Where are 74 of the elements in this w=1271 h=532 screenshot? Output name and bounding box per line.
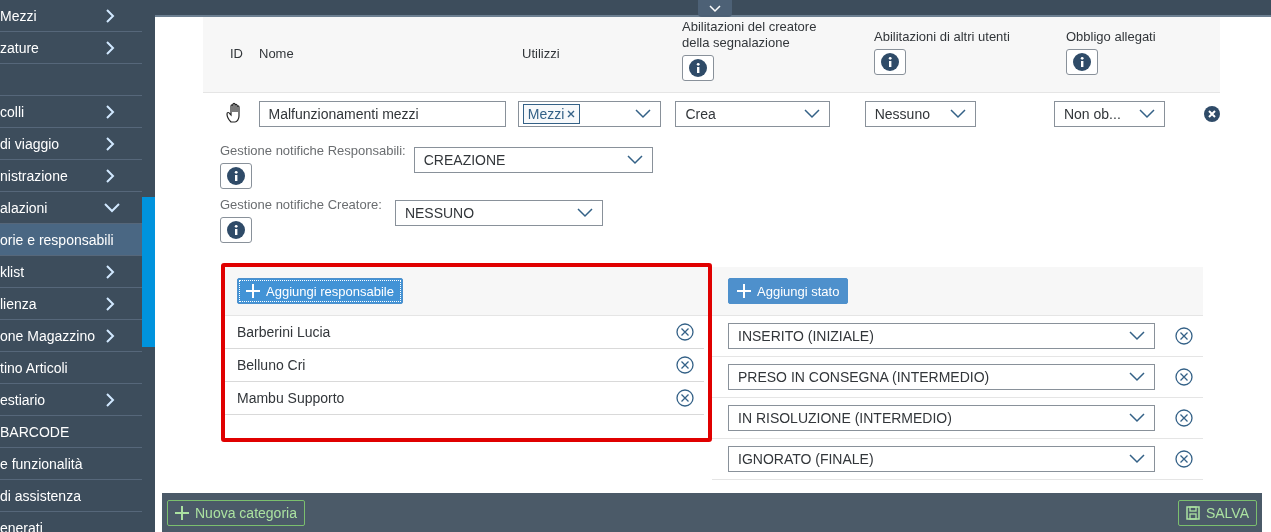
info-icon bbox=[227, 221, 245, 239]
delete-button[interactable] bbox=[1204, 106, 1220, 122]
close-icon bbox=[567, 110, 576, 118]
info-button[interactable] bbox=[1066, 49, 1098, 75]
sidebar-item[interactable]: di viaggio bbox=[0, 135, 60, 152]
column-header: Obbligo allegati bbox=[1066, 29, 1157, 45]
dropdown[interactable]: PRESO IN CONSEGNA (INTERMEDIO) bbox=[728, 364, 1155, 390]
column-header: Abilitazioni del creatore della segnalazione bbox=[682, 19, 818, 51]
multi-select[interactable]: Mezzi bbox=[517, 101, 661, 127]
remove-button[interactable] bbox=[1175, 327, 1193, 345]
close-icon bbox=[676, 356, 694, 374]
list-item: Mambu Supporto bbox=[237, 390, 345, 406]
dropdown[interactable]: Non ob... bbox=[1053, 101, 1165, 127]
info-button[interactable] bbox=[682, 55, 714, 81]
column-header: Abilitazioni di altri utenti bbox=[874, 29, 1011, 45]
sidebar-item[interactable]: one Magazzino bbox=[0, 327, 95, 344]
name-input[interactable]: Malfunzionamenti mezzi bbox=[258, 101, 506, 127]
remove-button[interactable] bbox=[1175, 450, 1193, 468]
field-label: Gestione notifiche Responsabili: bbox=[220, 143, 406, 159]
info-icon bbox=[689, 59, 707, 77]
sidebar-item[interactable]: Mezzi bbox=[0, 7, 37, 24]
sidebar-item[interactable]: colli bbox=[0, 103, 25, 120]
sidebar-item[interactable]: tino Articoli bbox=[0, 359, 68, 376]
token-label: Mezzi bbox=[527, 106, 565, 122]
remove-button[interactable] bbox=[1175, 368, 1193, 386]
sidebar-item[interactable]: e funzionalità bbox=[0, 455, 83, 472]
column-header: ID bbox=[230, 46, 244, 62]
sidebar-item[interactable]: estiario bbox=[0, 391, 46, 408]
close-icon bbox=[1175, 409, 1193, 427]
close-icon bbox=[1175, 368, 1193, 386]
plus-icon bbox=[175, 505, 189, 520]
column-header: Nome bbox=[259, 46, 295, 62]
sidebar-item[interactable]: di assistenza bbox=[0, 487, 81, 504]
remove-button[interactable] bbox=[1175, 409, 1193, 427]
plus-icon bbox=[246, 284, 260, 298]
info-icon bbox=[1073, 53, 1091, 71]
info-button[interactable] bbox=[220, 163, 252, 189]
dropdown[interactable]: Nessuno bbox=[864, 101, 976, 127]
collapse-button[interactable] bbox=[698, 0, 732, 17]
save-icon bbox=[1185, 505, 1200, 520]
dropdown[interactable]: Crea bbox=[675, 101, 831, 127]
dropdown[interactable]: IGNORATO (FINALE) bbox=[728, 446, 1155, 472]
sidebar-item[interactable]: lienza bbox=[0, 295, 37, 312]
dropdown[interactable]: NESSUNO bbox=[394, 200, 603, 226]
list-item: Belluno Cri bbox=[237, 357, 306, 373]
dropdown[interactable]: INSERITO (INIZIALE) bbox=[728, 323, 1155, 349]
info-button[interactable] bbox=[220, 217, 252, 243]
dropdown[interactable]: IN RISOLUZIONE (INTERMEDIO) bbox=[728, 405, 1155, 431]
column-header: Utilizzi bbox=[522, 46, 561, 62]
close-icon bbox=[1175, 450, 1193, 468]
info-button[interactable] bbox=[874, 49, 906, 75]
list-item: Barberini Lucia bbox=[237, 324, 331, 340]
remove-button[interactable] bbox=[676, 356, 694, 374]
plus-icon bbox=[737, 284, 751, 298]
chevron-down-icon bbox=[709, 4, 721, 13]
token[interactable]: Mezzi bbox=[522, 104, 581, 124]
close-icon bbox=[676, 323, 694, 341]
info-icon bbox=[881, 53, 899, 71]
sidebar-item[interactable]: orie e responsabili bbox=[0, 224, 142, 256]
dropdown[interactable]: CREAZIONE bbox=[413, 147, 653, 173]
sidebar-item[interactable]: nistrazione bbox=[0, 167, 68, 184]
sidebar-item[interactable]: zature bbox=[0, 39, 39, 56]
new-category-button[interactable]: Nuova categoria bbox=[167, 499, 305, 526]
info-icon bbox=[227, 167, 245, 185]
sidebar-item[interactable]: enerati bbox=[0, 519, 43, 532]
close-icon bbox=[1175, 327, 1193, 345]
remove-button[interactable] bbox=[676, 389, 694, 407]
sidebar-item[interactable]: alazioni bbox=[0, 199, 48, 216]
sidebar-item[interactable]: klist bbox=[0, 263, 25, 280]
remove-button[interactable] bbox=[676, 323, 694, 341]
save-button[interactable]: SALVA bbox=[1177, 499, 1257, 526]
sidebar-item[interactable]: BARCODE bbox=[0, 423, 70, 440]
close-icon bbox=[676, 389, 694, 407]
field-label: Gestione notifiche Creatore: bbox=[220, 197, 382, 213]
